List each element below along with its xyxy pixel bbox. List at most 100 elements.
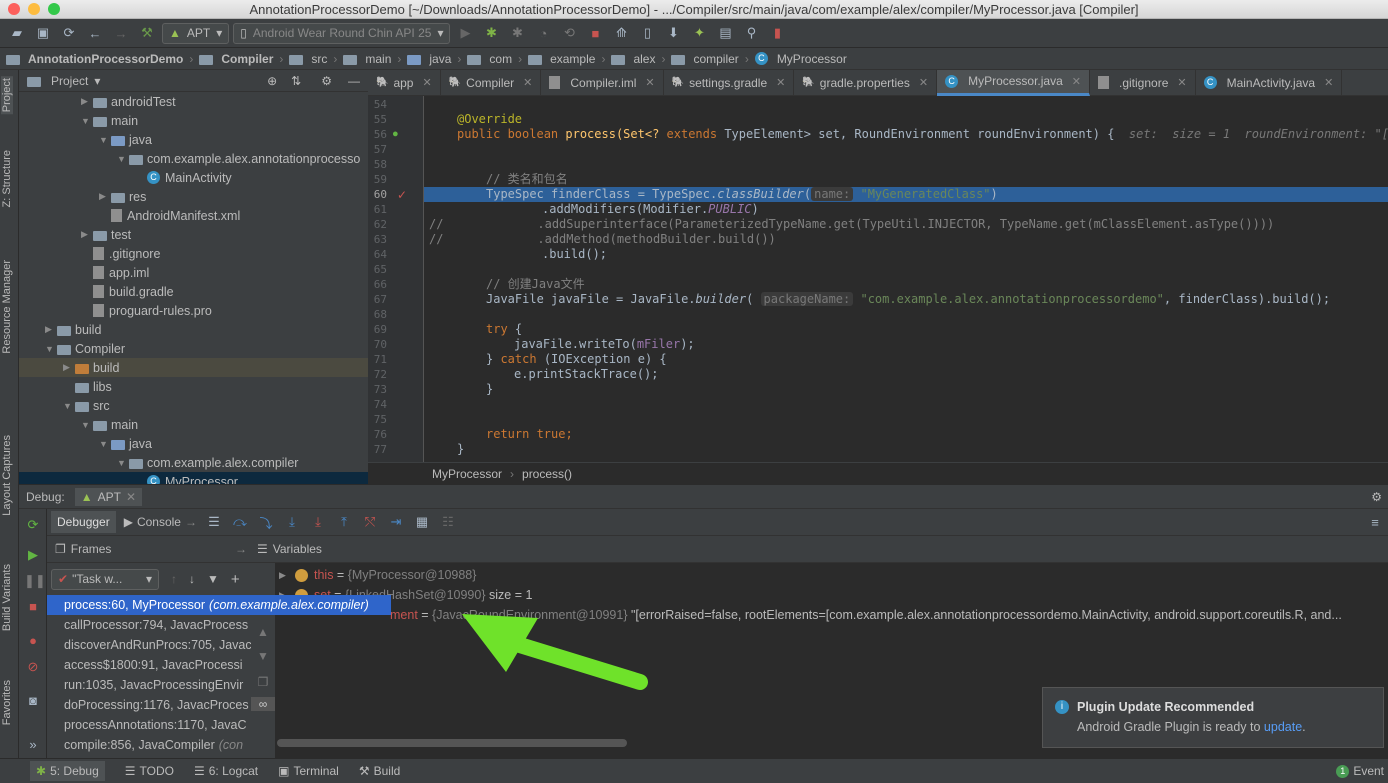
breadcrumb-item[interactable]: java [429,52,451,66]
avd-manager-icon[interactable]: ▯ [636,22,658,44]
breadcrumb-item[interactable]: AnnotationProcessorDemo [28,52,183,66]
chevron-down-icon[interactable]: ▼ [45,344,57,354]
variable-row[interactable]: ▶ this = {MyProcessor@10988} [275,565,1388,585]
stack-frame[interactable]: compile:856, JavaCompiler (con [47,735,275,755]
editor-tab[interactable]: C MainActivity.java ✕ [1196,69,1343,96]
editor-gutter[interactable]: ● ✓ 54 55 56 57 58 59 60 61 62 63 64 65 66 67 68 69 70 71… [368,96,424,462]
code-editor[interactable]: @Override public boolean process(Set<? e… [424,96,1388,462]
thread-select[interactable]: ✔ "Task w... ▾ [51,568,159,590]
more-icon[interactable]: » [24,737,42,752]
trace-icon[interactable]: ☷ [439,514,457,530]
collapse-icon[interactable]: ⇅ [291,74,301,88]
close-icon[interactable]: ✕ [1324,76,1333,89]
plugin-update-notification[interactable]: i Plugin Update Recommended Android Grad… [1042,687,1384,748]
down-arrow-icon[interactable]: ↓ [189,572,195,586]
event-log[interactable]: 1 Event [1336,764,1384,778]
resume-icon[interactable]: ▶ [24,547,42,563]
menu-icon[interactable]: ≡ [1366,515,1384,530]
run-icon[interactable]: ▶ [454,22,476,44]
stack-frame[interactable]: run:1035, JavacProcessingEnvir [47,675,275,695]
chevron-down-icon[interactable]: ▼ [117,154,129,164]
breadcrumb-item[interactable]: main [365,52,391,66]
hammer-build-icon[interactable]: ⚒ [136,22,158,44]
tree-item[interactable]: ▶ test [19,225,368,244]
zoom-window-button[interactable] [48,3,60,15]
crumb-method[interactable]: process() [522,467,572,481]
copy-icon[interactable]: ❐ [251,675,275,689]
frame-down-icon[interactable]: ▼ [251,649,275,663]
hide-icon[interactable]: — [348,74,360,88]
glasses-icon[interactable]: ∞ [251,697,275,711]
tree-item[interactable]: libs [19,377,368,396]
close-icon[interactable]: ✕ [422,76,431,89]
tree-item[interactable]: ▶ build [19,358,368,377]
tree-item[interactable]: ▼ src [19,396,368,415]
tool-tab-logcat[interactable]: ☰ 6: Logcat [194,764,258,778]
tree-item[interactable]: ▶ res [19,187,368,206]
breakpoint-icon[interactable]: ✓ [397,188,407,202]
device-monitor-icon[interactable]: ▮ [766,22,788,44]
close-icon[interactable]: ✕ [523,76,532,89]
breadcrumb-item[interactable]: example [550,52,595,66]
close-icon[interactable]: ✕ [1177,76,1186,89]
breadcrumb-item[interactable]: MyProcessor [777,52,847,66]
chevron-down-icon[interactable]: ▼ [63,401,75,411]
override-marker-icon[interactable]: ● [392,128,399,140]
tree-item[interactable]: ▼ main [19,415,368,434]
editor-tab[interactable]: .gitignore ✕ [1090,69,1196,96]
editor-tab[interactable]: 🐘 app ✕ [368,69,441,96]
android-device-icon[interactable]: ✦ [688,22,710,44]
tree-item[interactable]: AndroidManifest.xml [19,206,368,225]
camera-icon[interactable]: ◙ [24,693,42,708]
editor-tab[interactable]: 🐘 Compiler ✕ [441,69,542,96]
tool-tab-project[interactable]: Project [1,76,13,115]
editor-tab[interactable]: Compiler.iml ✕ [541,69,664,96]
up-arrow-icon[interactable]: ↑ [171,572,177,586]
breadcrumb-item[interactable]: src [311,52,327,66]
chevron-right-icon[interactable]: ▶ [63,362,75,373]
tool-tab-todo[interactable]: ☰ TODO [125,764,174,778]
tree-item[interactable]: ▶ build [19,320,368,339]
step-out-icon[interactable]: ⤒ [335,514,353,530]
back-icon[interactable]: ← [84,22,106,44]
step-into-icon[interactable]: ⤓ [283,514,301,530]
gradle-sync-icon[interactable]: ⟰ [610,22,632,44]
tree-item[interactable]: proguard-rules.pro [19,301,368,320]
tree-item[interactable]: app.iml [19,263,368,282]
sync-icon[interactable]: ⟳ [58,22,80,44]
stack-frame[interactable]: access$1800:91, JavacProcessi [47,655,275,675]
gear-icon[interactable]: ⚙ [321,74,332,88]
chevron-down-icon[interactable]: ▼ [117,458,129,468]
pin-icon[interactable]: → [235,542,247,556]
view-breakpoints-icon[interactable]: ● [24,633,42,648]
chevron-down-icon[interactable]: ▼ [99,439,111,449]
chevron-right-icon[interactable]: ▶ [99,191,111,202]
forward-icon[interactable]: → [110,22,132,44]
editor-tab[interactable]: 🐘 gradle.properties ✕ [794,69,938,96]
tool-tab-structure[interactable]: Z: Structure [1,150,13,207]
tree-item[interactable]: ▼ com.example.alex.compiler [19,453,368,472]
stack-frame[interactable]: discoverAndRunProcs:705, Javac [47,635,275,655]
run-config-select[interactable]: ▲ APT ▾ [162,22,230,44]
chevron-right-icon[interactable]: ▶ [81,229,93,240]
project-structure-icon[interactable]: ▤ [714,22,736,44]
pause-icon[interactable]: ❚❚ [24,573,46,589]
update-link[interactable]: update [1264,720,1302,734]
debug-session-tab[interactable]: ▲ APT ✕ [74,487,142,506]
mute-breakpoints-icon[interactable]: ⊘ [24,659,42,675]
apply-changes-icon[interactable]: ⟲ [558,22,580,44]
close-icon[interactable]: ✕ [1072,75,1081,88]
force-step-into-icon[interactable]: ⤓ [309,514,327,530]
run-to-cursor-icon[interactable]: ⇥ [387,514,405,530]
tool-tab-layout-captures[interactable]: Layout Captures [1,435,13,516]
tool-tab-debug[interactable]: ✱ 5: Debug [30,761,105,781]
chevron-right-icon[interactable]: ▶ [81,96,93,107]
chevron-down-icon[interactable]: ▼ [81,420,93,430]
filter-icon[interactable]: ▼ [207,572,219,586]
stop-icon[interactable]: ■ [584,22,606,44]
chevron-down-icon[interactable]: ▼ [81,116,93,126]
breadcrumb-item[interactable]: alex [633,52,655,66]
rerun-icon[interactable]: ⟳ [24,517,42,533]
layout-icon[interactable]: ☰ [205,514,223,530]
editor-tab[interactable]: C MyProcessor.java ✕ [937,69,1090,96]
